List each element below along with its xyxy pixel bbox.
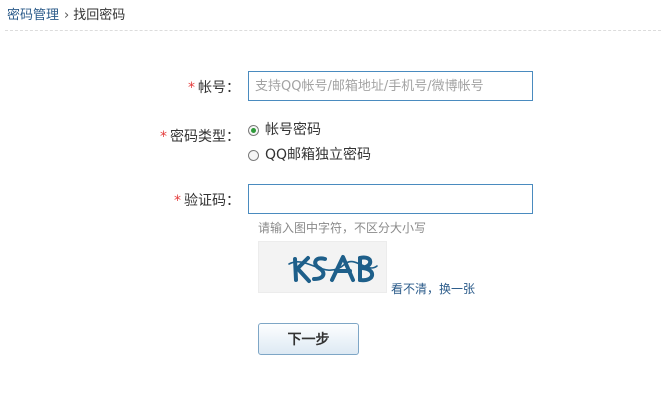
captcha-glyphs <box>288 255 378 283</box>
account-label: * 帐号： <box>0 78 240 98</box>
captcha-image <box>258 241 387 293</box>
header-divider <box>5 30 661 31</box>
radio-button-checked[interactable] <box>248 124 259 136</box>
captcha-hint: 请输入图中字符，不区分大小写 <box>258 221 427 235</box>
password-type-label: * 密码类型： <box>0 127 240 147</box>
radio-button[interactable] <box>248 149 259 161</box>
account-label-text: 帐号： <box>198 80 240 96</box>
captcha-label-text: 验证码： <box>184 193 240 209</box>
captcha-input[interactable] <box>248 184 533 214</box>
radio-option-label: QQ邮箱独立密码 <box>265 147 372 163</box>
radio-option-account-password[interactable]: 帐号密码 <box>248 120 321 140</box>
breadcrumb: 密码管理 › 找回密码 <box>7 6 125 26</box>
account-input[interactable] <box>248 71 533 101</box>
next-step-button[interactable]: 下一步 <box>258 323 359 355</box>
breadcrumb-current: 找回密码 <box>73 8 126 23</box>
captcha-label: * 验证码： <box>0 191 240 211</box>
breadcrumb-password-management-link[interactable]: 密码管理 <box>7 8 59 23</box>
password-type-label-text: 密码类型： <box>170 129 240 145</box>
radio-option-qq-mail-password[interactable]: QQ邮箱独立密码 <box>248 145 371 165</box>
captcha-refresh-link[interactable]: 看不清，换一张 <box>391 281 475 297</box>
required-mark: * <box>174 193 181 209</box>
breadcrumb-separator: › <box>64 8 70 23</box>
required-mark: * <box>188 80 195 96</box>
radio-option-label: 帐号密码 <box>265 122 321 138</box>
required-mark: * <box>160 129 167 145</box>
